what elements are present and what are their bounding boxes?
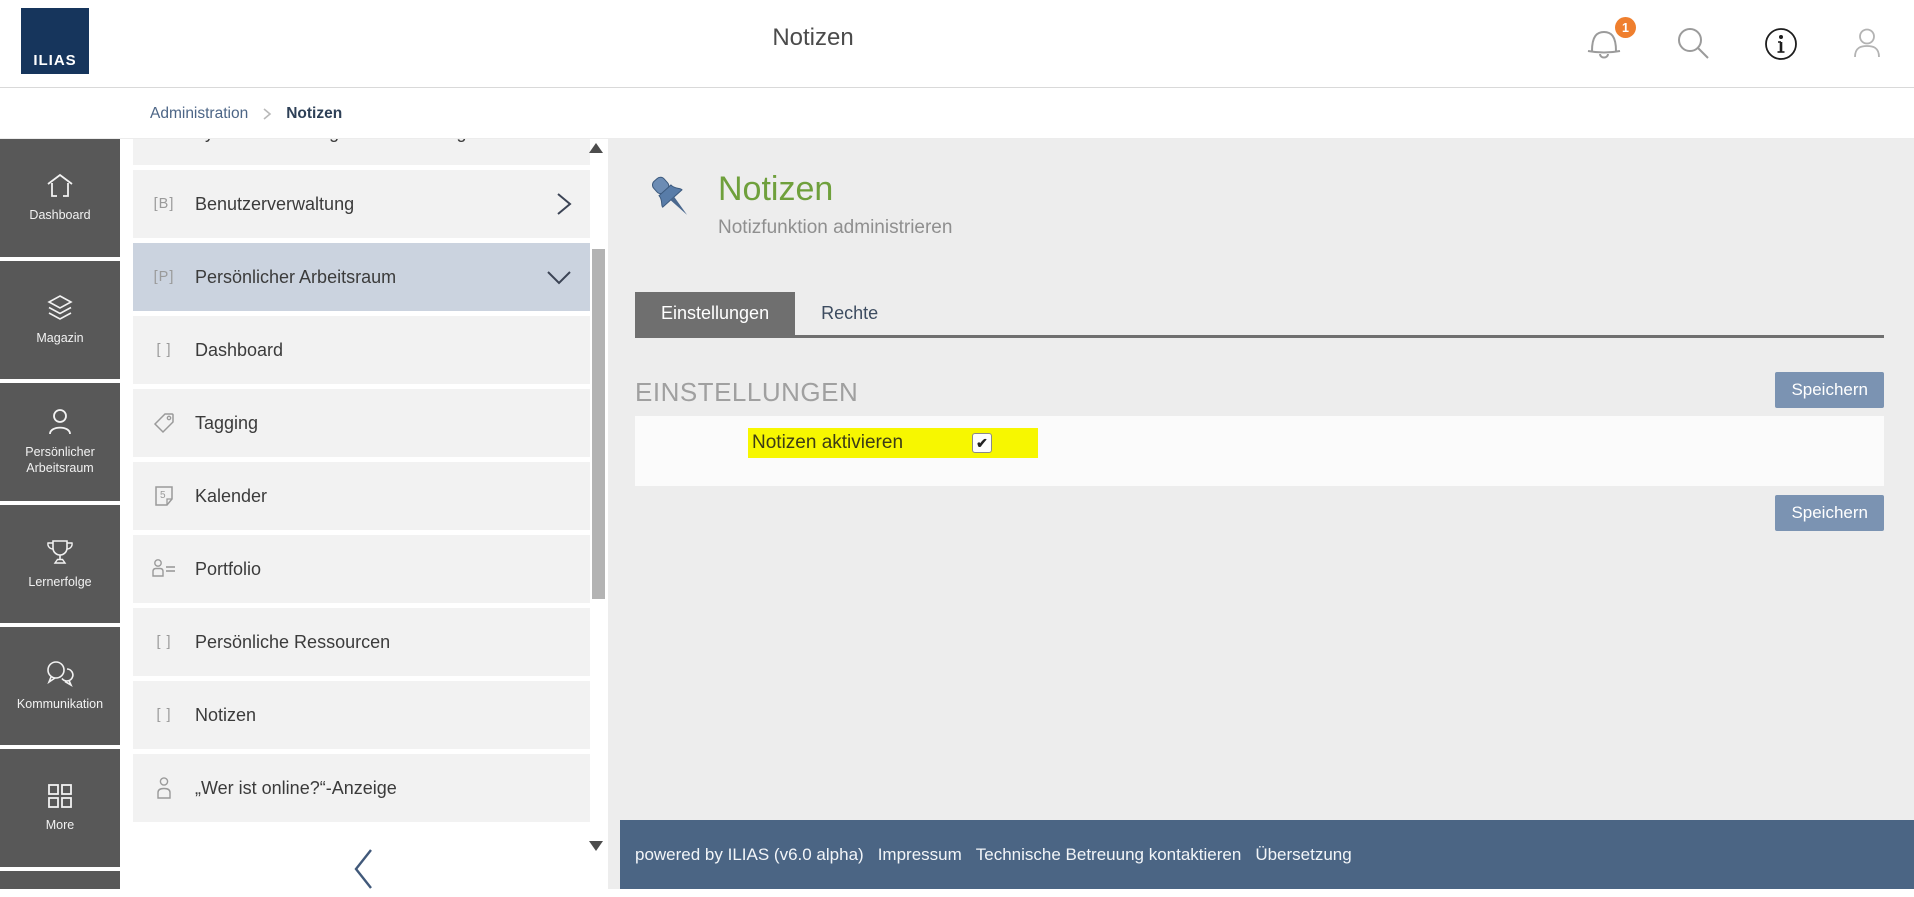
rail-item-kommunikation[interactable]: Kommunikation xyxy=(0,627,120,745)
footer-link-support[interactable]: Technische Betreuung kontaktieren xyxy=(976,845,1242,865)
user-icon xyxy=(1854,28,1880,58)
save-button-top[interactable]: Speichern xyxy=(1775,372,1884,408)
sidebar-item-label: „Wer ist online?“-Anzeige xyxy=(195,777,397,798)
sidebar-item-label: Notizen xyxy=(195,704,257,725)
footer: powered by ILIAS (v6.0 alpha) Impressum … xyxy=(620,820,1914,889)
sidebar-item-label: Benutzerverwaltung xyxy=(195,193,355,214)
notes-setting-row: Notizen aktivieren ✔ xyxy=(748,428,1038,458)
sidebar-item-benutzerverwaltung[interactable]: [B] Benutzerverwaltung xyxy=(133,170,590,238)
sidebar-item-wer-ist-online[interactable]: „Wer ist online?“-Anzeige xyxy=(133,754,590,822)
tab-rechte[interactable]: Rechte xyxy=(795,292,904,335)
sidebar-collapse-button[interactable] xyxy=(347,846,381,897)
rail-item-dashboard[interactable]: Dashboard xyxy=(0,139,120,257)
tag-icon xyxy=(153,413,174,434)
notes-enabled-checkbox[interactable]: ✔ xyxy=(972,433,992,453)
bracket-empty-icon: [ ] xyxy=(156,707,172,723)
rail-item-label: Lernerfolge xyxy=(28,574,92,589)
sidebar-item-label: Dashboard xyxy=(195,339,284,360)
layers-icon xyxy=(47,294,73,320)
pushpin-icon xyxy=(651,176,688,215)
sidebar-item-label: Kalender xyxy=(195,485,268,506)
trophy-icon xyxy=(47,539,73,564)
scrollbar-thumb[interactable] xyxy=(592,249,605,599)
scrollbar-up-arrow[interactable] xyxy=(589,143,603,153)
save-button-bottom[interactable]: Speichern xyxy=(1775,495,1884,531)
sidebar-item-kalender[interactable]: 5 Kalender xyxy=(133,462,590,530)
chevron-right-icon xyxy=(557,193,572,215)
rail-item-more[interactable]: More xyxy=(0,749,120,867)
rail-item-persoenlicher-arbeitsraum[interactable]: Persönlicher Arbeitsraum xyxy=(0,383,120,501)
breadcrumb-separator-icon xyxy=(263,107,272,120)
notification-badge: 1 xyxy=(1615,17,1636,38)
sidebar-item-dashboard[interactable]: [ ] Dashboard xyxy=(133,316,590,384)
rail-item-label: Kommunikation xyxy=(16,696,104,711)
sidebar-item-tagging[interactable]: Tagging xyxy=(133,389,590,457)
sidebar-item-label: Systemeinstellungen und Wartung xyxy=(193,139,467,143)
breadcrumb: Administration Notizen xyxy=(0,89,1914,139)
search-button[interactable] xyxy=(1674,24,1714,64)
ilias-logo-text: ILIAS xyxy=(33,52,77,69)
page-title: Notizen xyxy=(718,170,834,208)
chat-icon xyxy=(47,660,74,687)
sidebar-item-label: Tagging xyxy=(195,412,259,433)
user-menu-button[interactable] xyxy=(1848,25,1886,63)
bracket-p-icon: [P] xyxy=(153,269,175,285)
bracket-empty-icon: [ ] xyxy=(156,634,172,650)
main-nav-rail: Dashboard Magazin Persönlicher Arbeitsra… xyxy=(0,139,120,889)
person-icon xyxy=(49,408,71,435)
chevron-down-icon xyxy=(547,271,571,285)
rail-item-label: Persönlicher Arbeitsraum xyxy=(25,444,95,475)
rail-item-lernerfolge[interactable]: Lernerfolge xyxy=(0,505,120,623)
rail-item-label: Magazin xyxy=(36,330,84,345)
rail-item-label: Dashboard xyxy=(29,208,91,223)
notifications-button[interactable]: 1 xyxy=(1584,17,1636,65)
ilias-logo[interactable]: ILIAS xyxy=(21,8,89,74)
calendar-day-number: 5 xyxy=(160,490,167,501)
search-icon xyxy=(1678,28,1709,59)
chevron-left-icon xyxy=(354,849,372,889)
help-button[interactable] xyxy=(1764,27,1798,61)
sidebar-item-persoenliche-ressourcen[interactable]: [ ] Persönliche Ressourcen xyxy=(133,608,590,676)
settings-form: Notizen aktivieren ✔ xyxy=(635,416,1884,486)
calendar-icon: 5 xyxy=(155,486,173,506)
sidebar-item-cutoff[interactable]: Systemeinstellungen und Wartung xyxy=(133,139,590,165)
admin-sidebar: Systemeinstellungen und Wartung [B] Benu… xyxy=(120,139,608,889)
person-small-icon xyxy=(157,777,171,799)
breadcrumb-administration[interactable]: Administration xyxy=(150,105,248,123)
home-icon xyxy=(47,174,73,198)
rail-filler xyxy=(0,871,120,889)
page-subtitle: Notizfunktion administrieren xyxy=(718,217,953,238)
grid-icon xyxy=(48,783,72,808)
page-title-header: Notizen xyxy=(772,24,854,51)
scrollbar-down-arrow[interactable] xyxy=(589,841,603,851)
main-content: Notizen Notizfunktion administrieren Ein… xyxy=(608,139,1914,889)
tab-einstellungen[interactable]: Einstellungen xyxy=(635,292,796,335)
sidebar-item-portfolio[interactable]: Portfolio xyxy=(133,535,590,603)
bracket-empty-icon: [ ] xyxy=(156,342,172,358)
bracket-b-icon: [B] xyxy=(153,196,175,212)
tab-bar: Einstellungen Rechte xyxy=(635,292,1884,338)
sidebar-item-notizen[interactable]: [ ] Notizen xyxy=(133,681,590,749)
sidebar-item-label: Portfolio xyxy=(195,558,262,579)
powered-by-text: powered by ILIAS (v6.0 alpha) xyxy=(635,844,864,864)
sidebar-item-label: Persönliche Ressourcen xyxy=(195,631,391,652)
footer-link-impressum[interactable]: Impressum xyxy=(878,845,962,865)
portfolio-icon xyxy=(152,559,175,577)
breadcrumb-current: Notizen xyxy=(286,104,343,122)
section-heading: EINSTELLUNGEN xyxy=(635,377,859,407)
sidebar-item-label: Persönlicher Arbeitsraum xyxy=(195,266,397,287)
rail-item-label: More xyxy=(45,817,75,832)
sidebar-item-persoenlicher-arbeitsraum[interactable]: [P] Persönlicher Arbeitsraum xyxy=(133,243,590,311)
notes-setting-label: Notizen aktivieren xyxy=(752,432,904,453)
footer-link-uebersetzung[interactable]: Übersetzung xyxy=(1255,845,1351,865)
info-icon xyxy=(1765,28,1797,60)
rail-item-magazin[interactable]: Magazin xyxy=(0,261,120,379)
top-header: ILIAS Notizen 1 xyxy=(0,0,1914,88)
